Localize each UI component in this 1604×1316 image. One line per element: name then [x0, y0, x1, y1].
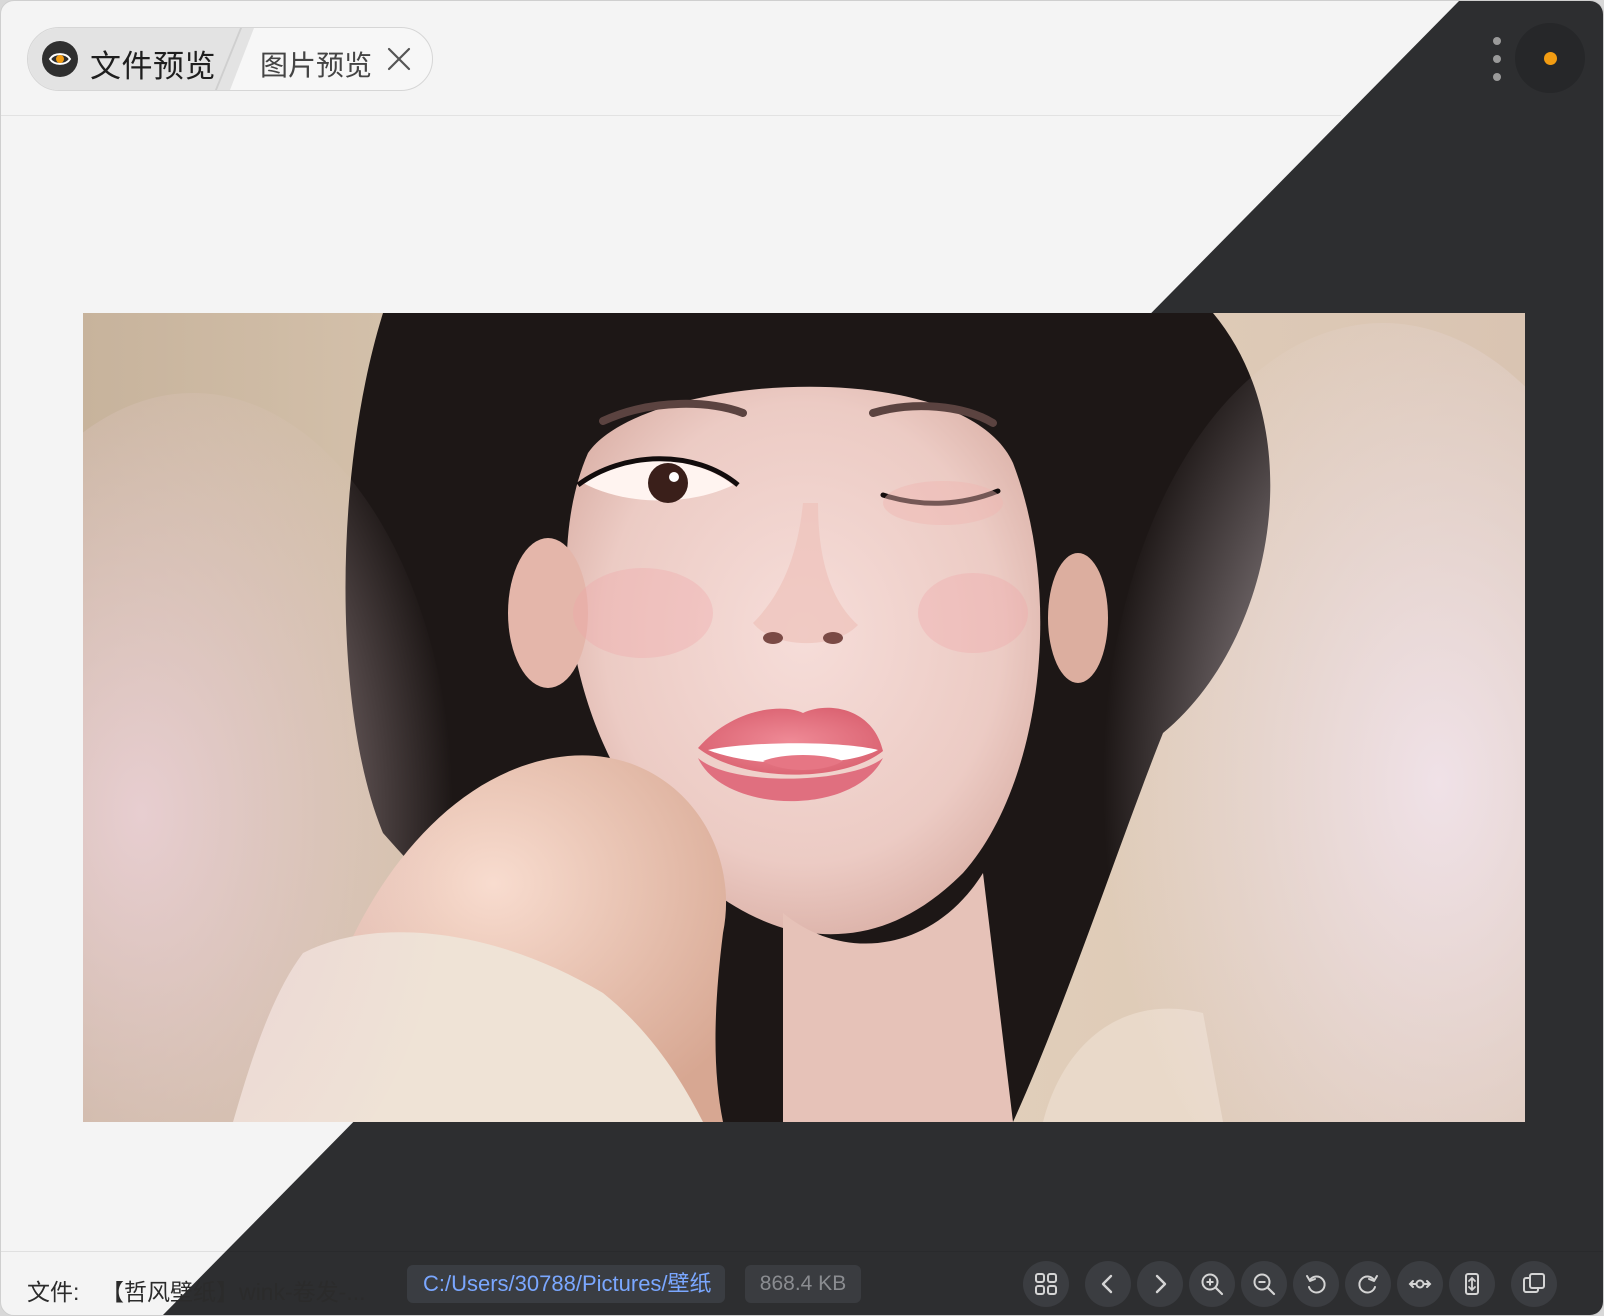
grid-view-icon[interactable] — [1023, 1261, 1069, 1307]
menu-dot — [1493, 55, 1501, 63]
file-size-badge: 868.4 KB — [745, 1265, 861, 1303]
menu-dot — [1493, 73, 1501, 81]
tab-image-preview-label[interactable]: 图片预览 — [260, 44, 372, 84]
status-dot-icon — [1543, 51, 1557, 65]
zoom-in-icon[interactable] — [1189, 1261, 1235, 1307]
menu-dot — [1493, 37, 1501, 45]
close-icon[interactable] — [384, 44, 414, 74]
status-bar: 文件: 【哲风壁纸】wink-卷发-... C:/Users/30788/Pic… — [1, 1251, 1603, 1315]
tab-file-preview-label: 文件预览 — [90, 49, 216, 84]
file-path-link[interactable]: C:/Users/30788/Pictures/壁纸 — [407, 1265, 725, 1303]
next-icon[interactable] — [1137, 1261, 1183, 1307]
zoom-out-icon[interactable] — [1241, 1261, 1287, 1307]
preview-window: 文件预览 图片预览 文件: 【哲风壁纸】wink-卷发-... C:/Users… — [0, 0, 1604, 1316]
copy-icon[interactable] — [1511, 1261, 1557, 1307]
previous-icon[interactable] — [1085, 1261, 1131, 1307]
status-bar-divider — [1, 1251, 1603, 1252]
preview-photo — [83, 313, 1525, 1122]
title-bar: 文件预览 图片预览 — [1, 1, 1603, 116]
image-preview[interactable] — [83, 313, 1525, 1122]
rotate-right-icon[interactable] — [1345, 1261, 1391, 1307]
rotate-left-icon[interactable] — [1293, 1261, 1339, 1307]
file-name: 【哲风壁纸】wink-卷发-... — [101, 1279, 366, 1305]
tab-strip: 文件预览 图片预览 — [27, 27, 433, 91]
more-vertical-icon[interactable] — [1487, 37, 1507, 81]
status-indicator[interactable] — [1515, 23, 1585, 93]
fit-width-icon[interactable] — [1397, 1261, 1443, 1307]
fit-height-icon[interactable] — [1449, 1261, 1495, 1307]
file-label: 文件: — [27, 1279, 80, 1305]
eye-icon — [42, 41, 78, 77]
title-bar-divider — [1, 115, 1341, 116]
